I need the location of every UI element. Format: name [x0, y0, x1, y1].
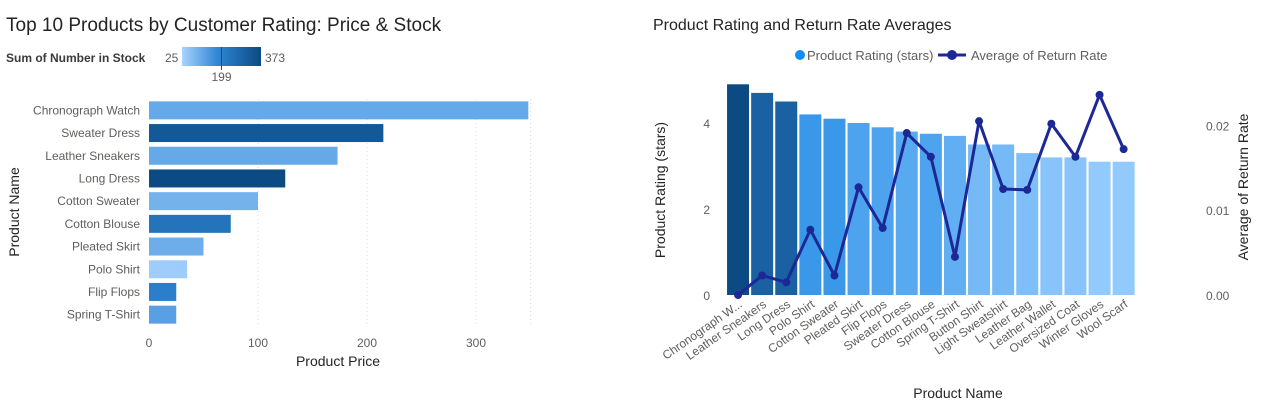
- rating-bar: [751, 92, 774, 296]
- left-chart-svg: Sum of Number in Stock 25 199 373 0 100 200 300…: [6, 47, 531, 369]
- return-rate-point: [999, 185, 1008, 193]
- return-rate-point: [830, 271, 839, 280]
- right-y-tick-label: 0.02: [1206, 119, 1230, 133]
- right-chart-svg: Product Rating (stars) Average of Return …: [652, 48, 1251, 401]
- rating-bar: [823, 118, 846, 295]
- price-bar: [149, 237, 204, 256]
- price-bar: [149, 124, 384, 143]
- left-y-axis-title: Product Rating (stars): [652, 122, 668, 258]
- price-bar: [149, 146, 338, 165]
- color-legend-max: 373: [265, 51, 285, 65]
- return-rate-point: [758, 271, 767, 280]
- return-rate-point: [806, 225, 815, 234]
- return-rate-point: [975, 117, 984, 126]
- return-rate-point: [1095, 90, 1104, 99]
- price-bar: [149, 214, 231, 233]
- return-rate-point: [950, 252, 959, 261]
- right-chart-panel: Product Rating and Return Rate Averages …: [640, 0, 1262, 405]
- rating-bar: [727, 84, 750, 295]
- y-tick-label: Cotton Blouse: [65, 217, 141, 231]
- x-axis-title: Product Price: [296, 353, 380, 369]
- color-legend-title: Sum of Number in Stock: [6, 51, 146, 65]
- return-rate-point: [1071, 152, 1080, 161]
- rating-bar: [871, 127, 894, 295]
- return-rate-point: [902, 129, 911, 138]
- left-y-tick-label: 0: [703, 289, 710, 303]
- right-y-tick-label: 0.01: [1206, 204, 1230, 218]
- rating-bar: [1112, 161, 1135, 295]
- legend-label-return: Average of Return Rate: [971, 48, 1107, 63]
- price-bar: [149, 192, 258, 211]
- return-rate-point: [734, 291, 743, 299]
- legend-swatch-rating: [795, 50, 805, 60]
- return-rate-point: [1023, 185, 1032, 194]
- legend-label-rating: Product Rating (stars): [807, 48, 933, 63]
- price-bar: [149, 305, 177, 324]
- left-chart-panel: Top 10 Products by Customer Rating: Pric…: [0, 0, 620, 405]
- y-tick-label: Flip Flops: [88, 285, 140, 299]
- y-tick-label: Leather Sneakers: [45, 149, 140, 163]
- x-axis-title: Product Name: [913, 385, 1003, 401]
- rating-bar: [847, 123, 870, 295]
- return-rate-point: [1119, 145, 1128, 154]
- price-bar: [149, 101, 529, 120]
- return-rate-point: [854, 183, 863, 192]
- y-tick-label: Pleated Skirt: [72, 240, 141, 254]
- y-tick-label: Spring T-Shirt: [67, 308, 141, 322]
- y-axis-title: Product Name: [6, 167, 22, 257]
- x-tick-label: 0: [146, 336, 153, 350]
- color-legend-min: 25: [165, 51, 179, 65]
- right-y-axis-title: Average of Return Rate: [1235, 113, 1251, 260]
- x-tick-label: 300: [466, 336, 486, 350]
- return-rate-point: [782, 278, 791, 287]
- y-tick-label: Chronograph Watch: [33, 103, 140, 117]
- rating-bar: [1016, 153, 1039, 295]
- price-bar: [149, 169, 286, 188]
- x-tick-label: 100: [248, 336, 268, 350]
- color-legend-mid: 199: [211, 70, 231, 84]
- rating-bar: [895, 131, 918, 295]
- rating-bar: [1064, 157, 1087, 295]
- return-rate-point: [926, 152, 935, 161]
- right-y-tick-label: 0.00: [1206, 289, 1230, 303]
- x-tick-label: 200: [357, 336, 377, 350]
- rating-bar: [799, 114, 822, 296]
- price-bar: [149, 282, 177, 301]
- return-rate-point: [1047, 119, 1056, 128]
- left-y-tick-label: 4: [703, 117, 710, 131]
- left-y-tick-label: 2: [703, 203, 710, 217]
- rating-bar: [1040, 157, 1063, 295]
- legend-swatch-marker: [947, 50, 957, 60]
- y-tick-label: Polo Shirt: [88, 262, 141, 276]
- y-tick-label: Sweater Dress: [61, 126, 140, 140]
- price-bar: [149, 260, 188, 279]
- y-tick-label: Long Dress: [79, 171, 140, 185]
- return-rate-point: [878, 224, 887, 233]
- rating-bar: [1088, 161, 1111, 295]
- y-tick-label: Cotton Sweater: [57, 194, 140, 208]
